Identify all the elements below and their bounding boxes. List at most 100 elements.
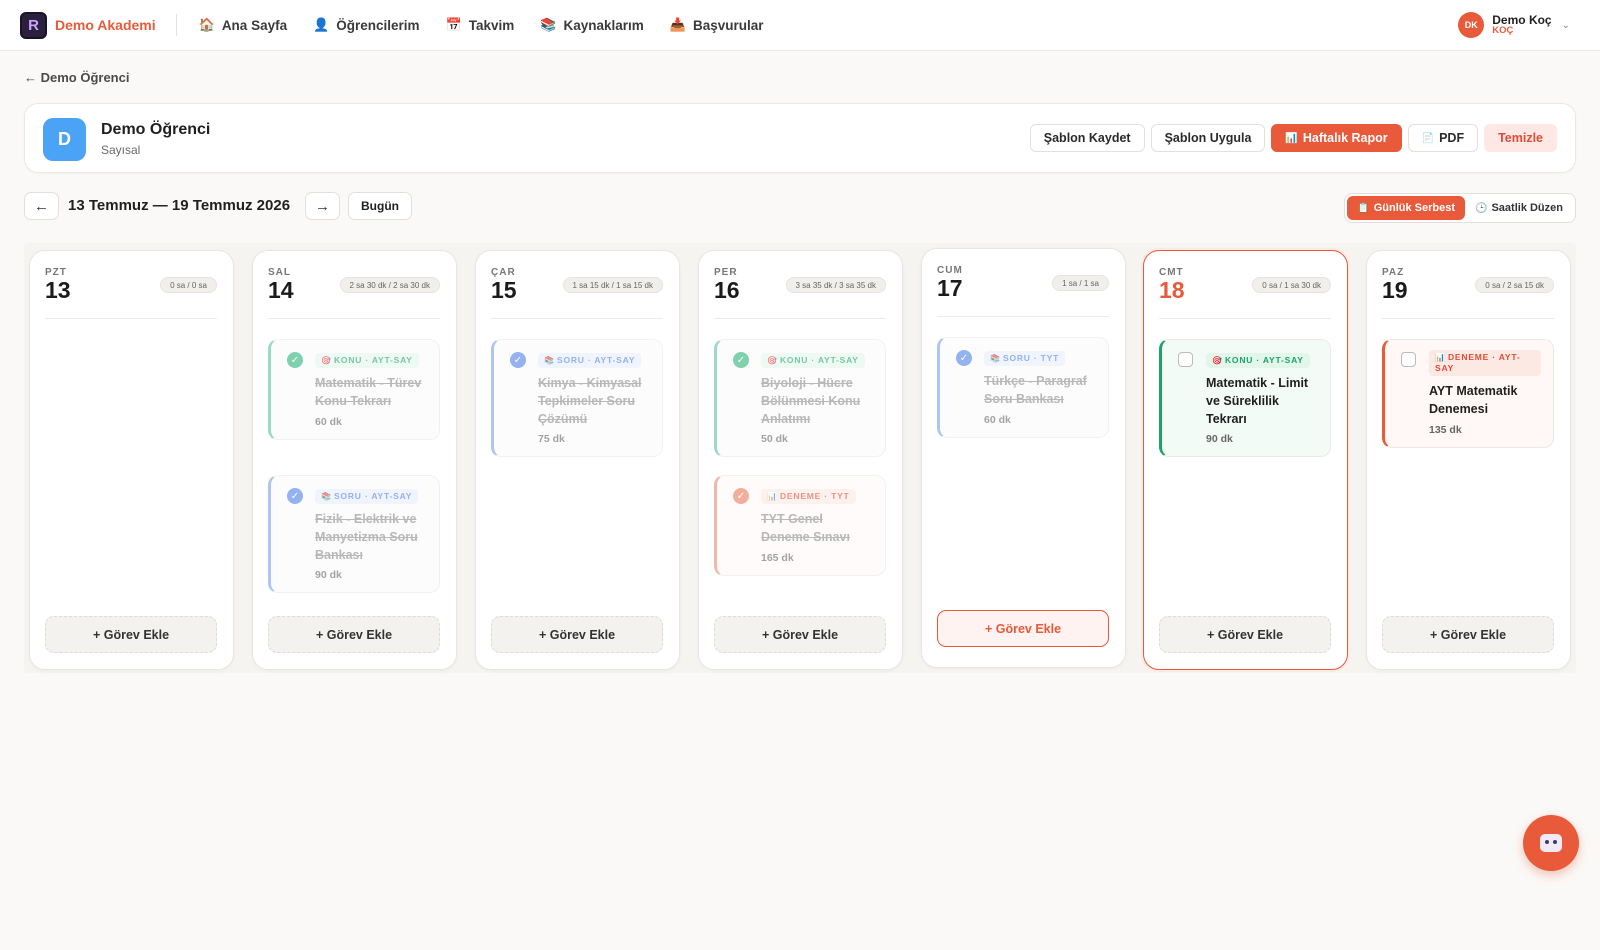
task-duration: 50 dk <box>761 433 788 446</box>
checkbox-unchecked-icon[interactable] <box>1178 352 1193 367</box>
task-type-tag: 🎯 KONU · AYT-SAY <box>761 353 865 368</box>
app-logo[interactable]: R <box>20 11 47 39</box>
robot-icon <box>1540 834 1562 852</box>
add-task-button[interactable]: + Görev Ekle <box>937 610 1109 647</box>
task-title: Biyoloji - Hücre Bölünmesi Konu Anlatımı <box>761 376 861 426</box>
day-time-badge: 0 sa / 0 sa <box>160 277 217 293</box>
add-task-button[interactable]: + Görev Ekle <box>268 616 440 653</box>
today-button[interactable]: Bugün <box>348 192 412 220</box>
apply-template-button[interactable]: Şablon Uygula <box>1150 124 1266 152</box>
task-duration: 60 dk <box>984 413 1011 426</box>
task-title: Türkçe - Paragraf Soru Bankası <box>984 374 1087 406</box>
clear-button[interactable]: Temizle <box>1484 124 1557 152</box>
task-type-tag: 📚 SORU · AYT-SAY <box>315 489 419 504</box>
day-column-car: ÇAR 15 1 sa 15 dk / 1 sa 15 dk ✓ 📚 SORU ·… <box>475 250 680 670</box>
student-header-card: D Demo Öğrenci Sayısal Şablon Kaydet Şab… <box>24 103 1576 173</box>
add-task-button[interactable]: + Görev Ekle <box>714 616 886 653</box>
nav-item-label: Kaynaklarım <box>563 17 644 33</box>
pdf-button[interactable]: 📄 PDF <box>1407 124 1479 152</box>
assistant-button[interactable] <box>1523 815 1579 871</box>
task-card[interactable]: ✓ 📚 SORU · AYT-SAY Kimya - Kimyasal Tepki… <box>491 339 663 458</box>
chart-icon: 📊 <box>767 492 777 501</box>
nav-item-label: Öğrencilerim <box>336 17 420 33</box>
books-icon: 📚 <box>544 356 554 365</box>
home-icon: 🏠 <box>198 17 215 32</box>
mode-daily-free[interactable]: 📋 Günlük Serbest <box>1347 196 1466 220</box>
day-header: PZT 13 0 sa / 0 sa <box>45 267 217 319</box>
task-duration: 60 dk <box>315 415 342 428</box>
nav-item-students[interactable]: 👤 Öğrencilerim <box>313 17 419 33</box>
task-duration: 75 dk <box>538 433 565 446</box>
day-column-cmt: CMT 18 0 sa / 1 sa 30 dk 🎯 KONU · AYT-SAY… <box>1143 250 1348 670</box>
nav-item-home[interactable]: 🏠 Ana Sayfa <box>199 17 287 33</box>
checkbox-checked-icon[interactable]: ✓ <box>733 488 749 504</box>
add-task-button[interactable]: + Görev Ekle <box>45 616 217 653</box>
day-header: PAZ 19 0 sa / 2 sa 15 dk <box>1382 267 1554 319</box>
add-task-button[interactable]: + Görev Ekle <box>1382 616 1554 653</box>
next-week-button[interactable]: → <box>305 192 340 220</box>
planning-mode-toggle: 📋 Günlük Serbest 🕒 Saatlik Düzen <box>1344 193 1576 223</box>
task-card[interactable]: ✓ 📚 SORU · AYT-SAY Fizik - Elektrik ve Ma… <box>268 475 440 594</box>
day-header: PER 16 3 sa 35 dk / 3 sa 35 dk <box>714 267 886 319</box>
checkbox-checked-icon[interactable]: ✓ <box>956 350 972 366</box>
task-card[interactable]: ✓ 🎯 KONU · AYT-SAY Matematik - Türev Konu… <box>268 339 440 440</box>
day-time-badge: 2 sa 30 dk / 2 sa 30 dk <box>339 277 440 293</box>
checkbox-checked-icon[interactable]: ✓ <box>287 352 303 368</box>
nav-item-resources[interactable]: 📚 Kaynaklarım <box>540 17 643 33</box>
task-card[interactable]: 🎯 KONU · AYT-SAY Matematik - Limit ve Sür… <box>1159 339 1331 458</box>
task-type-tag: 📊 DENEME · TYT <box>761 489 856 504</box>
checkbox-unchecked-icon[interactable] <box>1401 352 1416 367</box>
chart-icon: 📊 <box>1435 353 1445 362</box>
chevron-down-icon[interactable]: ⌄ <box>1562 20 1570 31</box>
student-track: Sayısal <box>101 143 141 157</box>
checkbox-checked-icon[interactable]: ✓ <box>510 352 526 368</box>
nav-item-applications[interactable]: 📥 Başvurular <box>670 17 764 33</box>
person-icon: 👤 <box>313 17 330 32</box>
day-time-badge: 1 sa / 1 sa <box>1052 275 1109 291</box>
clock-icon: 🕒 <box>1475 202 1488 214</box>
prev-week-button[interactable]: ← <box>24 192 59 220</box>
nav-item-calendar[interactable]: 📅 Takvim <box>446 17 515 33</box>
checkbox-checked-icon[interactable]: ✓ <box>287 488 303 504</box>
chart-icon: 📊 <box>1285 132 1298 144</box>
task-card[interactable]: ✓ 📊 DENEME · TYT TYT Genel Deneme Sınavı … <box>714 475 886 576</box>
task-duration: 90 dk <box>315 569 342 582</box>
day-column-cum: CUM 17 1 sa / 1 sa ✓ 📚 SORU · TYT Türkçe … <box>921 248 1126 668</box>
back-link[interactable]: ← Demo Öğrenci <box>24 70 129 85</box>
task-duration: 90 dk <box>1206 433 1233 446</box>
day-header: ÇAR 15 1 sa 15 dk / 1 sa 15 dk <box>491 267 663 319</box>
nav-item-label: Başvurular <box>692 17 764 33</box>
day-time-badge: 1 sa 15 dk / 1 sa 15 dk <box>562 277 663 293</box>
day-column-paz: PAZ 19 0 sa / 2 sa 15 dk 📊 DENEME · AYT-S… <box>1366 250 1571 670</box>
user-menu[interactable]: DK Demo Koç KOÇ ⌄ <box>1458 12 1570 38</box>
top-navbar: R Demo Akademi 🏠 Ana Sayfa 👤 Öğrencilerim … <box>0 0 1600 51</box>
nav-item-label: Ana Sayfa <box>221 17 288 33</box>
weekly-report-button[interactable]: 📊 Haftalık Rapor <box>1271 124 1402 152</box>
document-icon: 📄 <box>1421 132 1435 144</box>
add-task-button[interactable]: + Görev Ekle <box>491 616 663 653</box>
task-card[interactable]: 📊 DENEME · AYT-SAY AYT Matematik Denemesi… <box>1382 339 1554 448</box>
day-time-badge: 3 sa 35 dk / 3 sa 35 dk <box>785 277 886 293</box>
target-icon: 🎯 <box>1212 356 1222 365</box>
brand-name[interactable]: Demo Akademi <box>55 17 156 33</box>
books-icon: 📚 <box>990 354 1000 363</box>
task-type-tag: 📚 SORU · TYT <box>984 351 1066 366</box>
checkbox-checked-icon[interactable]: ✓ <box>733 352 749 368</box>
task-title: Fizik - Elektrik ve Manyetizma Soru Bank… <box>315 512 418 562</box>
nav-item-label: Takvim <box>468 17 515 33</box>
nav-divider <box>175 14 177 36</box>
task-title: Matematik - Limit ve Süreklilik Tekrarı <box>1206 376 1309 426</box>
day-header: CUM 17 1 sa / 1 sa <box>937 265 1109 317</box>
add-task-button[interactable]: + Görev Ekle <box>1159 616 1331 653</box>
student-avatar: D <box>43 118 86 161</box>
mode-hourly[interactable]: 🕒 Saatlik Düzen <box>1465 196 1573 220</box>
target-icon: 🎯 <box>321 356 331 365</box>
student-name: Demo Öğrenci <box>101 121 211 138</box>
task-duration: 165 dk <box>761 551 794 564</box>
task-card[interactable]: ✓ 📚 SORU · TYT Türkçe - Paragraf Soru Ban… <box>937 337 1109 438</box>
save-template-button[interactable]: Şablon Kaydet <box>1029 124 1145 152</box>
task-type-tag: 📊 DENEME · AYT-SAY <box>1429 350 1541 376</box>
inbox-icon: 📥 <box>669 17 686 32</box>
task-card[interactable]: ✓ 🎯 KONU · AYT-SAY Biyoloji - Hücre Bölün… <box>714 339 886 458</box>
day-column-sal: SAL 14 2 sa 30 dk / 2 sa 30 dk ✓ 🎯 KONU ·… <box>252 250 457 670</box>
